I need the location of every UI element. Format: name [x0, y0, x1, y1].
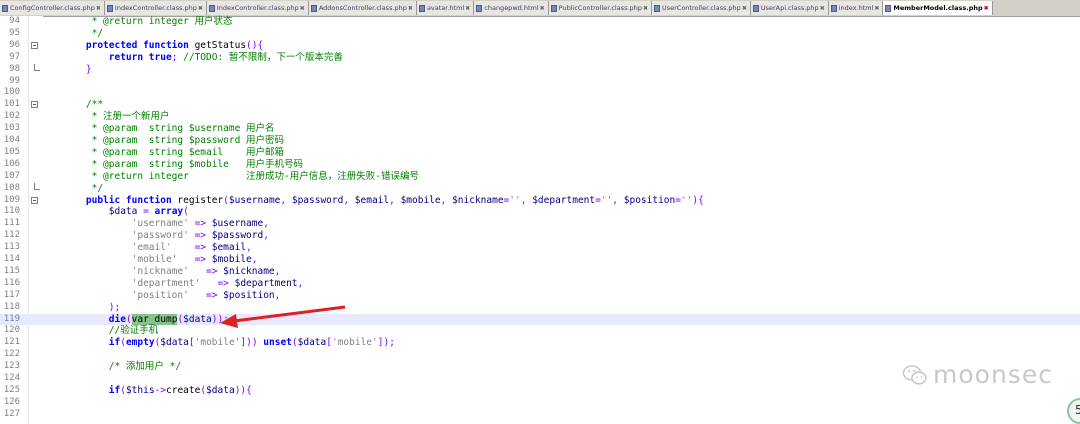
watermark-text: moonsec — [933, 360, 1053, 389]
wechat-icon — [902, 364, 927, 385]
watermark: moonsec — [902, 360, 1053, 389]
annotation-arrow — [220, 305, 346, 328]
